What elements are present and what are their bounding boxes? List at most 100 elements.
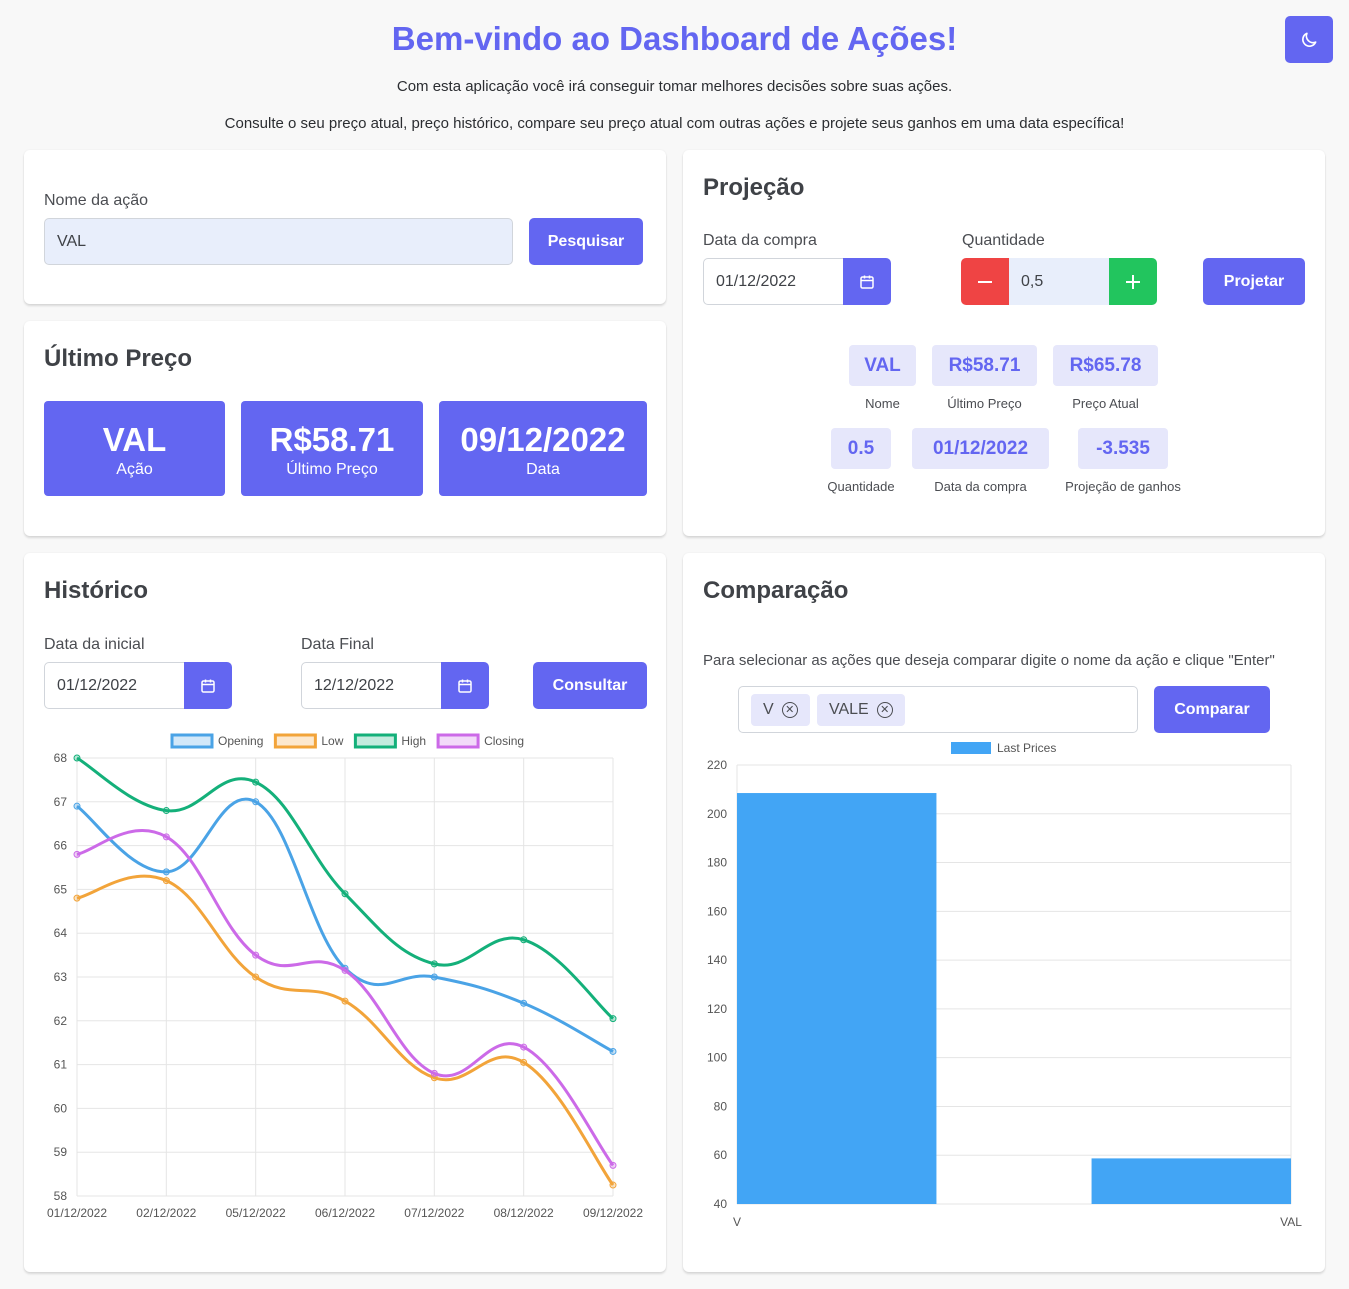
- data-point: [252, 778, 260, 786]
- data-point: [609, 1015, 617, 1023]
- y-tick-label: 67: [54, 795, 68, 809]
- data-point: [73, 850, 81, 858]
- y-tick-label: 63: [54, 970, 68, 984]
- legend-label: Opening: [218, 734, 263, 748]
- start-date-calendar-button[interactable]: [184, 662, 232, 709]
- purchase-date-calendar-button[interactable]: [843, 258, 891, 305]
- result-last-price-label: Último Preço: [947, 396, 1022, 411]
- quantity-input[interactable]: 0,5: [1009, 258, 1109, 305]
- stock-name-input[interactable]: VAL: [44, 218, 513, 265]
- page-title: Bem-vindo ao Dashboard de Ações!: [391, 20, 958, 57]
- stat-value: VAL: [102, 421, 167, 458]
- y-tick-label: 58: [54, 1189, 68, 1203]
- data-point: [341, 890, 349, 898]
- legend-label: Low: [321, 734, 343, 748]
- page-description: Consulte o seu preço atual, preço histór…: [224, 115, 1125, 132]
- data-point: [520, 936, 528, 944]
- project-button[interactable]: Projetar: [1203, 258, 1305, 305]
- stat-label: Ação: [116, 461, 153, 478]
- x-tick-label: V: [733, 1215, 741, 1229]
- comparison-hint: Para selecionar as ações que deseja comp…: [703, 652, 1275, 669]
- tag-chip: V ✕: [751, 694, 810, 726]
- y-tick-label: 64: [54, 926, 68, 940]
- x-tick-label: 02/12/2022: [136, 1206, 196, 1220]
- y-tick-label: 160: [707, 904, 727, 918]
- plus-icon: [1126, 274, 1140, 289]
- compare-button[interactable]: Comparar: [1154, 686, 1270, 733]
- legend-swatch: [436, 733, 480, 749]
- legend-swatch: [273, 733, 317, 749]
- remove-tag-icon[interactable]: ✕: [781, 702, 798, 718]
- end-date-calendar-button[interactable]: [441, 662, 489, 709]
- y-tick-label: 68: [54, 751, 68, 765]
- stat-label: Último Preço: [286, 461, 378, 478]
- tag-label: V: [763, 701, 774, 718]
- result-name-label: Nome: [865, 396, 900, 411]
- legend-swatch: [951, 742, 991, 754]
- comparison-bar-chart: 40 60 80 100 120 140 160 180 200 220 Last Prices V V…: [707, 741, 1302, 1229]
- result-last-price-chip: R$58.71: [932, 345, 1037, 386]
- x-tick-label: 07/12/2022: [404, 1206, 464, 1220]
- history-card: Histórico Data da inicial 01/12/2022 Dat…: [24, 553, 666, 1272]
- result-purchase-date-chip: 01/12/2022: [912, 428, 1049, 469]
- quantity-decrement-button[interactable]: [961, 258, 1009, 305]
- y-tick-label: 80: [714, 1099, 728, 1113]
- query-button[interactable]: Consultar: [533, 662, 647, 709]
- remove-tag-icon[interactable]: ✕: [876, 702, 893, 718]
- data-point: [162, 877, 170, 885]
- tag-chip: VALE ✕: [817, 694, 905, 726]
- page-subtitle: Com esta aplicação você irá conseguir to…: [396, 78, 953, 95]
- start-date-input[interactable]: 01/12/2022: [44, 662, 185, 709]
- y-tick-label: 100: [707, 1051, 727, 1065]
- last-price-title: Último Preço: [44, 345, 193, 372]
- data-point: [609, 1047, 617, 1055]
- bar: [1091, 1158, 1291, 1204]
- history-line-chart: 58 59 60 61 62 63 64 65 66 67 68 01/12/2022 02/12/20…: [47, 733, 643, 1220]
- y-tick-label: 62: [54, 1014, 68, 1028]
- minus-icon: [978, 280, 992, 283]
- calendar-icon: [860, 275, 874, 289]
- theme-toggle-button[interactable]: [1285, 16, 1333, 63]
- result-quantity-label: Quantidade: [827, 479, 895, 494]
- stat-value: 09/12/2022: [460, 421, 626, 458]
- stock-name-label: Nome da ação: [44, 192, 149, 209]
- legend-label: Last Prices: [997, 741, 1056, 755]
- data-point: [73, 894, 81, 902]
- y-tick-label: 59: [54, 1145, 68, 1159]
- comparison-title: Comparação: [703, 577, 849, 604]
- data-point: [520, 1058, 528, 1066]
- result-current-price-label: Preço Atual: [1072, 396, 1139, 411]
- end-date-input[interactable]: 12/12/2022: [301, 662, 442, 709]
- result-current-price-chip: R$65.78: [1053, 345, 1158, 386]
- y-tick-label: 61: [54, 1058, 68, 1072]
- result-quantity-chip: 0.5: [831, 428, 891, 469]
- y-tick-label: 200: [707, 807, 727, 821]
- quantity-increment-button[interactable]: [1109, 258, 1157, 305]
- y-tick-label: 40: [714, 1197, 728, 1211]
- calendar-icon: [458, 679, 472, 693]
- y-tick-label: 120: [707, 1002, 727, 1016]
- x-tick-label: 08/12/2022: [494, 1206, 554, 1220]
- data-point: [73, 802, 81, 810]
- x-tick-label: VAL: [1280, 1215, 1302, 1229]
- start-date-label: Data da inicial: [44, 636, 145, 653]
- y-tick-label: 140: [707, 953, 727, 967]
- x-tick-label: 05/12/2022: [226, 1206, 286, 1220]
- y-tick-label: 66: [54, 839, 68, 853]
- y-tick-label: 65: [54, 882, 68, 896]
- y-tick-label: 60: [714, 1148, 728, 1162]
- result-name-chip: VAL: [849, 345, 916, 386]
- legend-swatch: [170, 733, 214, 749]
- data-point: [430, 960, 438, 968]
- purchase-date-input[interactable]: 01/12/2022: [703, 258, 844, 305]
- comparison-tags-input[interactable]: V ✕ VALE ✕: [738, 686, 1138, 733]
- search-button[interactable]: Pesquisar: [529, 218, 643, 265]
- result-purchase-date-label: Data da compra: [934, 479, 1027, 494]
- data-point: [430, 1069, 438, 1077]
- purchase-date-label: Data da compra: [703, 232, 817, 249]
- data-point: [430, 973, 438, 981]
- data-point: [609, 1161, 617, 1169]
- stat-value: R$58.71: [269, 421, 395, 458]
- data-point: [252, 951, 260, 959]
- data-point: [520, 1043, 528, 1051]
